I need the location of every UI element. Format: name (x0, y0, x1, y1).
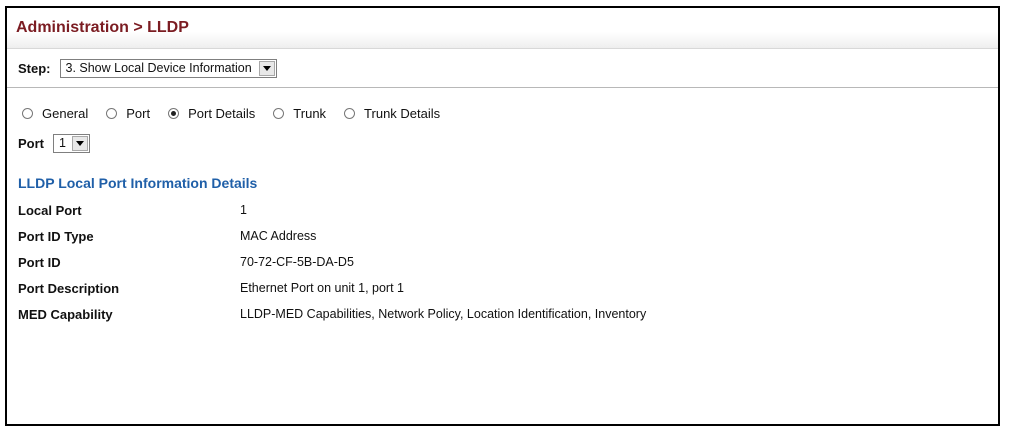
table-row: MED Capability LLDP-MED Capabilities, Ne… (18, 301, 646, 327)
radio-label: Port Details (188, 105, 256, 121)
table-row: Local Port 1 (18, 197, 646, 223)
row-value: 1 (240, 203, 247, 217)
radio-general[interactable]: General (22, 106, 88, 121)
table-row: Port Description Ethernet Port on unit 1… (18, 275, 646, 301)
chevron-down-icon[interactable] (258, 60, 275, 76)
radio-selected-icon[interactable] (168, 107, 180, 119)
port-select[interactable]: 1 (53, 133, 90, 153)
step-select[interactable]: 3. Show Local Device Information (59, 58, 277, 78)
view-options: General Port Port Details Trunk Trunk De… (7, 103, 998, 123)
row-value: 70-72-CF-5B-DA-D5 (240, 255, 354, 269)
radio-port-details[interactable]: Port Details (168, 106, 255, 121)
step-row: Step: 3. Show Local Device Information (7, 49, 998, 88)
radio-icon[interactable] (22, 107, 33, 119)
section-title: LLDP Local Port Information Details (18, 175, 258, 191)
radio-icon[interactable] (106, 107, 118, 119)
page-title: Administration > LLDP (16, 19, 189, 36)
radio-trunk[interactable]: Trunk (273, 106, 326, 121)
step-label: Step: (18, 60, 51, 76)
table-row: Port ID Type MAC Address (18, 223, 646, 249)
row-value: LLDP-MED Capabilities, Network Policy, L… (240, 307, 647, 321)
title-bar: Administration > LLDP (7, 8, 998, 49)
port-label: Port (18, 135, 44, 151)
row-value: MAC Address (240, 229, 317, 243)
row-key: Port Description (18, 280, 120, 296)
chevron-down-icon[interactable] (71, 135, 88, 151)
row-value: Ethernet Port on unit 1, port 1 (240, 281, 404, 295)
radio-label: Port (126, 105, 151, 121)
radio-label: General (42, 105, 89, 121)
port-select-value: 1 (59, 136, 66, 150)
details-table: Local Port 1 Port ID Type MAC Address Po… (18, 197, 646, 327)
radio-label: Trunk Details (364, 105, 441, 121)
radio-trunk-details[interactable]: Trunk Details (344, 106, 440, 121)
row-key: Port ID (18, 254, 61, 270)
radio-icon[interactable] (273, 107, 285, 119)
radio-label: Trunk (293, 105, 327, 121)
port-row: Port 1 (7, 132, 998, 154)
row-key: Port ID Type (18, 228, 94, 244)
step-select-value: 3. Show Local Device Information (65, 61, 252, 75)
row-key: MED Capability (18, 306, 113, 322)
radio-icon[interactable] (344, 107, 356, 119)
radio-port[interactable]: Port (106, 106, 150, 121)
table-row: Port ID 70-72-CF-5B-DA-D5 (18, 249, 646, 275)
row-key: Local Port (18, 202, 82, 218)
lldp-panel: Administration > LLDP Step: 3. Show Loca… (5, 6, 1000, 426)
